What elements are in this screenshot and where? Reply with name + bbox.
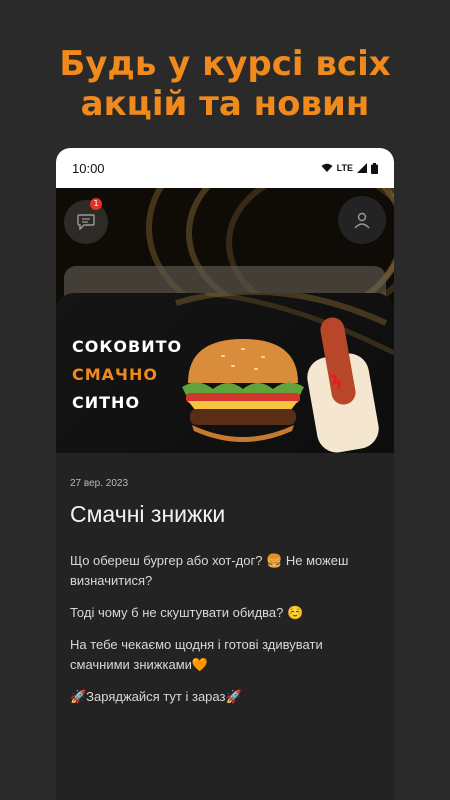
headline-line-1: Будь у курсі всіх	[59, 44, 391, 84]
post-title: Смачні знижки	[70, 501, 226, 527]
burger-image	[182, 339, 304, 442]
wifi-icon	[321, 163, 333, 172]
post-paragraph: Що обереш бургер або хот-дог? 🍔 Не можеш…	[70, 553, 349, 588]
headline-line-2: акцій та новин	[80, 84, 370, 124]
banner-line-2: СМАЧНО	[72, 365, 158, 384]
signal-icon	[357, 163, 367, 173]
phone-screen: 10:00 LTE 1 СОКОВИТО СМАЧНО СИТНО 27 вер…	[56, 148, 394, 800]
post-date: 27 вер. 2023	[70, 478, 129, 489]
status-time: 10:00	[72, 160, 105, 176]
banner-line-1: СОКОВИТО	[72, 337, 183, 356]
banner-slogan: СОКОВИТО СМАЧНО СИТНО	[72, 333, 182, 417]
post-paragraph: Тоді чому б не скуштувати обидва? ☺️	[70, 605, 304, 620]
promo-headline: Будь у курсі всіх акцій та новин	[0, 44, 450, 124]
user-icon	[354, 212, 370, 229]
notification-badge: 1	[90, 198, 102, 210]
status-icons: LTE	[321, 162, 378, 174]
banner-line-3: СИТНО	[72, 393, 141, 412]
chat-icon	[77, 214, 95, 230]
post-body: Що обереш бургер або хот-дог? 🍔 Не можеш…	[70, 551, 382, 719]
profile-button[interactable]	[338, 196, 386, 244]
post-paragraph: На тебе чекаємо щодня і готові здивувати…	[70, 637, 323, 672]
network-label: LTE	[336, 163, 353, 173]
hotdog-image	[307, 317, 379, 453]
news-card: СОКОВИТО СМАЧНО СИТНО 27 вер. 2023 Смачн…	[56, 293, 394, 800]
battery-icon	[371, 162, 378, 174]
post-paragraph: 🚀Заряджайся тут і зараз🚀	[70, 689, 242, 704]
status-bar: 10:00 LTE	[56, 148, 394, 188]
promo-banner: СОКОВИТО СМАЧНО СИТНО	[56, 293, 394, 453]
